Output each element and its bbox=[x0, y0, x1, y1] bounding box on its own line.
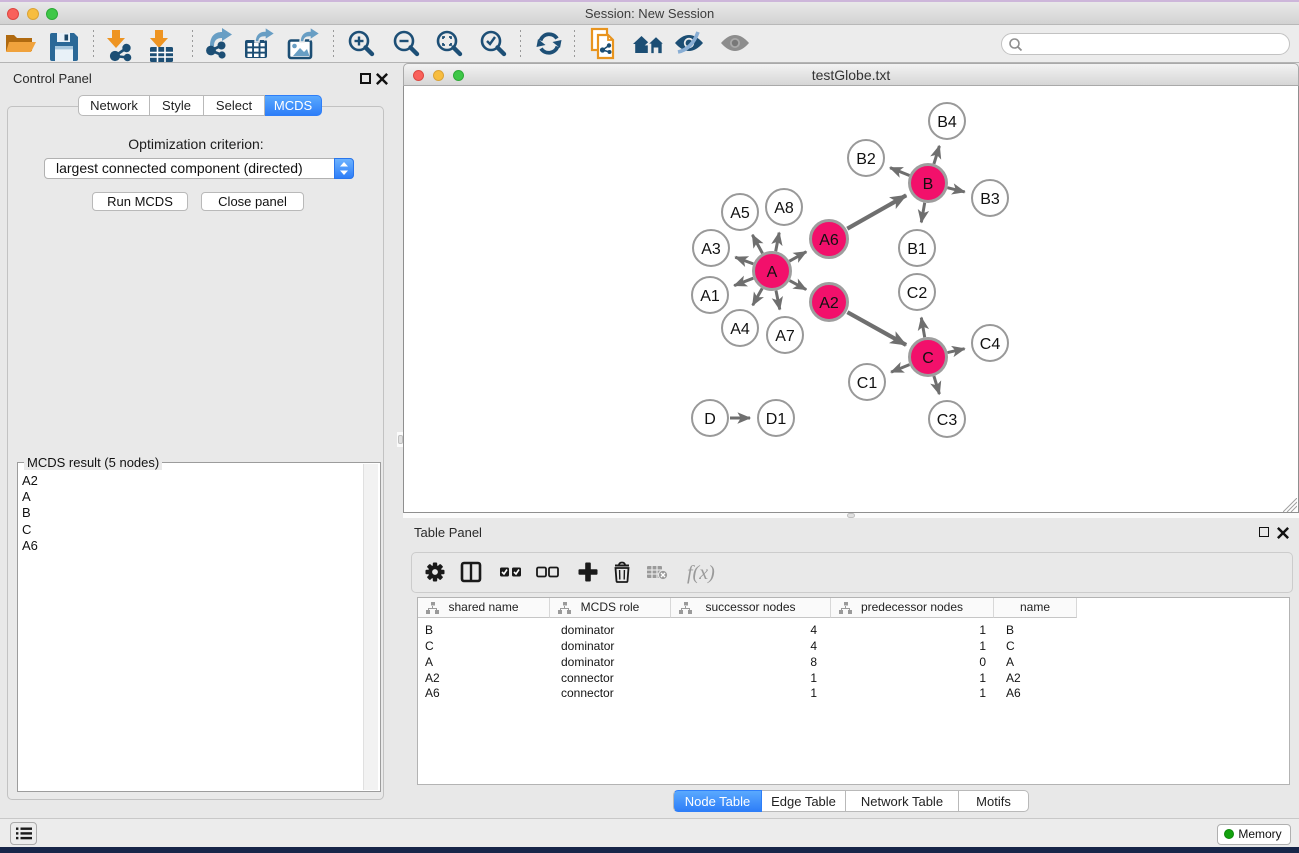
svg-text:C4: C4 bbox=[980, 336, 1001, 353]
svg-text:C3: C3 bbox=[937, 412, 958, 429]
svg-text:A1: A1 bbox=[700, 288, 720, 305]
svg-text:A4: A4 bbox=[730, 321, 750, 338]
svg-text:C2: C2 bbox=[907, 285, 928, 302]
svg-text:C: C bbox=[922, 350, 934, 367]
svg-text:A: A bbox=[767, 264, 778, 281]
svg-text:f(x): f(x) bbox=[687, 562, 715, 584]
svg-text:C1: C1 bbox=[857, 375, 878, 392]
svg-text:B4: B4 bbox=[937, 114, 957, 131]
svg-text:B1: B1 bbox=[907, 241, 927, 258]
svg-text:A5: A5 bbox=[730, 205, 750, 222]
svg-text:B: B bbox=[923, 176, 934, 193]
svg-text:B3: B3 bbox=[980, 191, 1000, 208]
svg-text:A2: A2 bbox=[819, 295, 839, 312]
svg-text:A3: A3 bbox=[701, 241, 721, 258]
svg-text:D: D bbox=[704, 411, 716, 428]
svg-text:A7: A7 bbox=[775, 328, 795, 345]
svg-text:A8: A8 bbox=[774, 200, 794, 217]
svg-text:B2: B2 bbox=[856, 151, 876, 168]
svg-text:A6: A6 bbox=[819, 232, 839, 249]
svg-text:D1: D1 bbox=[766, 411, 787, 428]
